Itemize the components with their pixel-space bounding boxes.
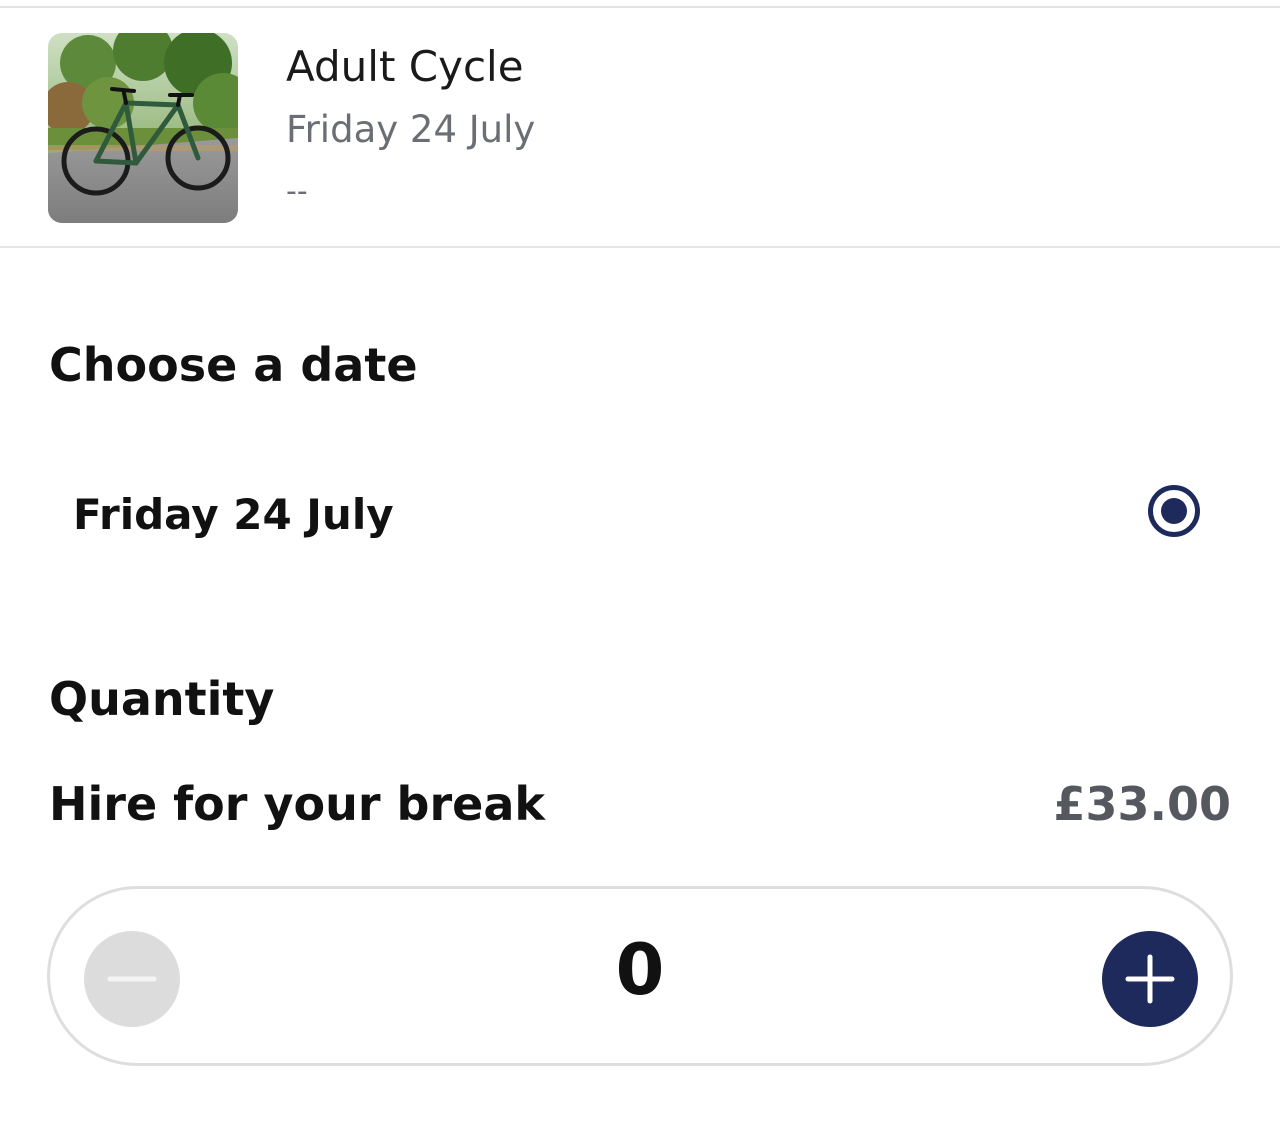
date-option-label: Friday 24 July (73, 490, 394, 539)
date-option-friday-24-july[interactable]: Friday 24 July (48, 470, 1232, 562)
plus-icon (1125, 954, 1175, 1004)
product-summary: Adult Cycle Friday 24 July -- (0, 8, 1280, 248)
increase-quantity-button[interactable] (1102, 931, 1198, 1027)
choose-date-heading: Choose a date (49, 338, 418, 392)
product-date: Friday 24 July (286, 108, 536, 151)
booking-page: Adult Cycle Friday 24 July -- Choose a d… (0, 0, 1280, 1145)
bicycle-photo (48, 33, 238, 223)
hire-item-label: Hire for your break (49, 777, 545, 831)
date-radio-selected[interactable] (1148, 485, 1200, 537)
product-title: Adult Cycle (286, 42, 524, 91)
quantity-stepper: 0 (47, 886, 1233, 1066)
product-time: -- (286, 174, 308, 209)
hire-price: £33.00 (1053, 777, 1231, 831)
radio-selected-dot (1161, 498, 1187, 524)
quantity-heading: Quantity (49, 672, 275, 726)
quantity-value: 0 (615, 929, 665, 1011)
